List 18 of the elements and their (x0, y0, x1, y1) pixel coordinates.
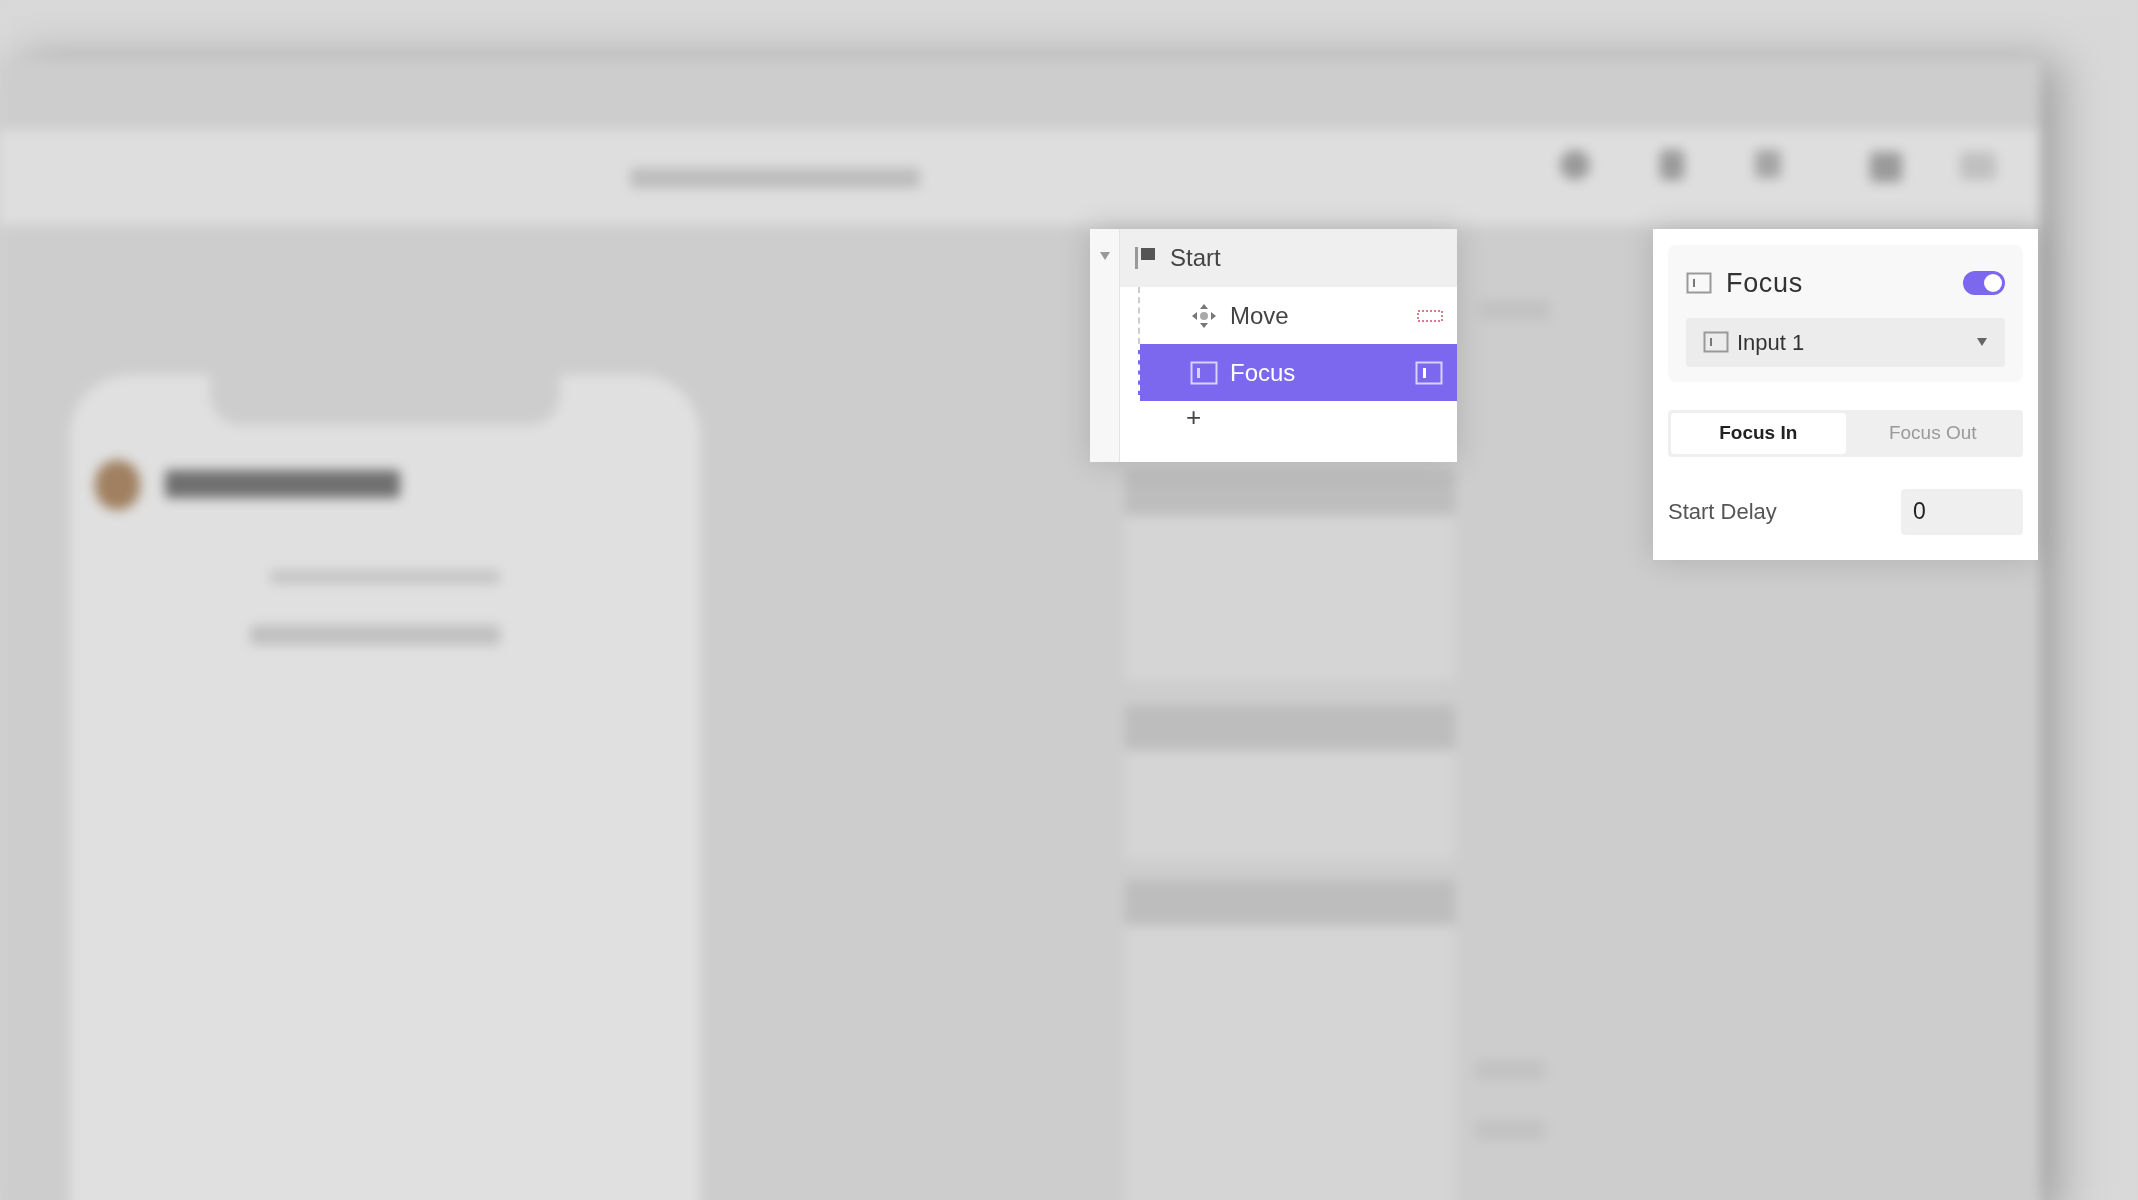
input-field-icon (1703, 331, 1729, 353)
input-field-icon (1190, 360, 1218, 385)
start-node-label[interactable]: Start (1170, 240, 1221, 276)
dropdown-caret-icon (1976, 337, 1988, 347)
input-field-icon (1415, 360, 1443, 385)
action-row[interactable]: Focus (1138, 344, 1457, 401)
target-dropdown[interactable]: Input 1 (1686, 317, 2005, 367)
enable-toggle[interactable] (1963, 271, 2005, 296)
event-tab[interactable]: Focus In (1671, 412, 1846, 454)
flag-icon (1134, 246, 1158, 270)
start-delay-label: Start Delay (1668, 498, 1778, 526)
input-field-icon (1686, 272, 1712, 295)
start-delay-field[interactable]: 0 (1901, 488, 2023, 535)
dotted-box-icon (1417, 309, 1443, 322)
action-row[interactable]: Move (1138, 287, 1457, 344)
collapse-caret-icon[interactable] (1098, 251, 1111, 261)
action-title: Focus (1726, 267, 1803, 300)
add-action-button[interactable]: + (1186, 404, 1202, 430)
